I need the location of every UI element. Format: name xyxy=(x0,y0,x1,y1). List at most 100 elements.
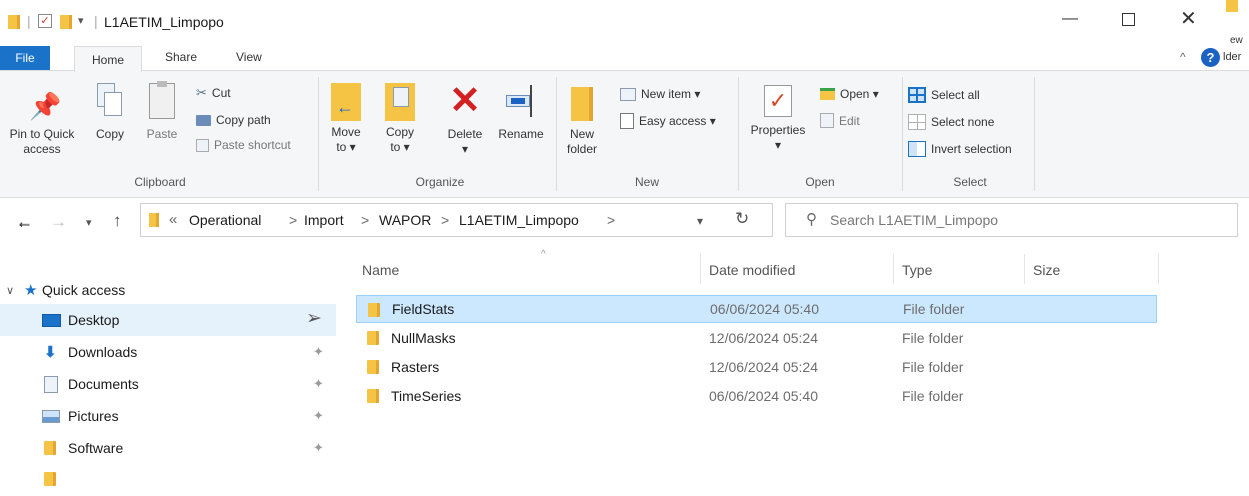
copy-icon xyxy=(97,83,123,119)
nav-item-software[interactable]: Software ✦ xyxy=(0,432,336,464)
breadcrumb-separator[interactable]: > xyxy=(441,212,449,228)
pin-to-quick-access-button[interactable]: 📌 Pin to Quick access xyxy=(0,91,84,157)
breadcrumb-import[interactable]: Import xyxy=(304,212,344,228)
properties-button[interactable]: ✓ Properties ▾ xyxy=(742,85,814,153)
ribbon-tabs: File Home Share View ^ ? lder xyxy=(0,46,1249,72)
location-folder-icon xyxy=(149,213,159,227)
copy-to-button[interactable]: Copy to ▾ xyxy=(380,83,420,155)
easy-access-icon xyxy=(620,113,634,129)
file-name: Rasters xyxy=(391,359,440,375)
nav-item-pictures[interactable]: Pictures ✦ xyxy=(0,400,336,432)
address-bar[interactable]: « Operational > Import > WAPOR > L1AETIM… xyxy=(140,203,773,237)
breadcrumb-separator[interactable]: > xyxy=(361,212,369,228)
nav-item-desktop[interactable]: Desktop ➢ xyxy=(0,304,336,336)
up-icon[interactable]: ↑ xyxy=(113,211,122,231)
column-divider[interactable] xyxy=(1158,254,1159,284)
tab-file[interactable]: File xyxy=(0,46,50,70)
select-none-button[interactable]: Select none xyxy=(908,114,994,130)
paste-shortcut-button[interactable]: Paste shortcut xyxy=(196,138,291,152)
properties-dropdown-arrow[interactable]: ▾ xyxy=(775,138,781,152)
column-divider[interactable] xyxy=(1024,254,1025,284)
new-item-button[interactable]: New item ▾ xyxy=(620,87,700,101)
table-row[interactable]: FieldStats 06/06/2024 05:40 File folder xyxy=(356,295,1157,323)
edit-button[interactable]: Edit xyxy=(820,113,860,128)
column-divider[interactable] xyxy=(893,254,894,284)
copy-to-icon xyxy=(385,83,415,121)
delete-dropdown-arrow[interactable]: ▾ xyxy=(462,142,468,156)
help-icon[interactable]: ? xyxy=(1201,48,1220,67)
scissors-icon: ✂ xyxy=(196,85,207,100)
search-placeholder: Search L1AETIM_Limpopo xyxy=(830,212,999,228)
close-button[interactable]: ✕ xyxy=(1180,6,1197,31)
pin-icon[interactable]: ✦ xyxy=(313,376,324,392)
search-input[interactable]: ⚲ Search L1AETIM_Limpopo xyxy=(785,203,1238,237)
maximize-button[interactable] xyxy=(1122,13,1135,26)
new-folder-qat-icon[interactable] xyxy=(60,15,72,29)
title-bar: | ✓ ▾ | L1AETIM_Limpopo — ✕ ew xyxy=(0,0,1249,46)
file-type: File folder xyxy=(902,330,964,346)
column-header-size[interactable]: Size xyxy=(1033,262,1060,278)
back-icon[interactable]: ← xyxy=(16,212,33,232)
new-folder-button[interactable]: New folder xyxy=(562,87,602,157)
tab-share[interactable]: Share xyxy=(165,50,197,64)
customize-qat-icon[interactable]: ▾ xyxy=(78,14,84,27)
pin-icon[interactable]: ✦ xyxy=(313,440,324,456)
open-button[interactable]: Open ▾ xyxy=(820,87,879,101)
move-to-button[interactable]: ← Move to ▾ xyxy=(326,83,366,155)
column-header-date-modified[interactable]: Date modified xyxy=(709,262,795,278)
nav-item-label: Desktop xyxy=(68,312,120,328)
paste-label: Paste xyxy=(146,127,178,141)
ribbon: 📌 Pin to Quick access Copy Paste ✂ Cut C… xyxy=(0,70,1249,198)
organize-group-label: Organize xyxy=(415,175,465,189)
breadcrumb-separator[interactable]: > xyxy=(607,212,615,228)
properties-label: Properties xyxy=(750,123,806,137)
paste-button[interactable]: Paste xyxy=(142,81,182,142)
expand-chevron-icon[interactable]: ∨ xyxy=(6,284,14,297)
breadcrumb-wapor[interactable]: WAPOR xyxy=(379,212,431,228)
ribbon-divider xyxy=(1034,77,1035,191)
breadcrumb-operational[interactable]: Operational xyxy=(189,212,261,228)
refresh-icon[interactable]: ↻ xyxy=(735,209,749,229)
nav-item-downloads[interactable]: ⬇ Downloads ✦ xyxy=(0,336,336,368)
table-row[interactable]: TimeSeries 06/06/2024 05:40 File folder xyxy=(356,382,1157,410)
nav-item-label: Software xyxy=(68,440,124,456)
navigation-pane: ∨ ★ Quick access Desktop ➢ ⬇ Downloads ✦… xyxy=(0,262,340,486)
pin-icon[interactable]: ✦ xyxy=(313,408,324,424)
recent-locations-icon[interactable]: ▾ xyxy=(86,216,92,229)
copy-path-button[interactable]: Copy path xyxy=(196,113,271,127)
rename-button[interactable]: Rename xyxy=(494,83,548,142)
separator: | xyxy=(94,13,98,29)
file-date: 12/06/2024 05:24 xyxy=(709,330,818,346)
folder-icon xyxy=(44,472,56,486)
nav-item-documents[interactable]: Documents ✦ xyxy=(0,368,336,400)
file-date: 06/06/2024 05:40 xyxy=(710,301,819,317)
tab-home[interactable]: Home xyxy=(74,46,142,72)
move-to-label: Move to ▾ xyxy=(331,125,361,154)
nav-item-partial[interactable] xyxy=(0,464,336,496)
delete-button[interactable]: ✕ Delete ▾ xyxy=(440,82,490,157)
quick-access-item[interactable]: ∨ ★ Quick access xyxy=(0,274,336,306)
ribbon-divider xyxy=(902,77,903,191)
column-header-name[interactable]: Name xyxy=(362,262,399,278)
pin-label: Pin to Quick access xyxy=(9,127,75,156)
breadcrumb-l1aetim-limpopo[interactable]: L1AETIM_Limpopo xyxy=(459,212,579,228)
properties-qat-icon[interactable]: ✓ xyxy=(38,14,52,28)
tab-view[interactable]: View xyxy=(236,50,262,64)
table-row[interactable]: Rasters 12/06/2024 05:24 File folder xyxy=(356,353,1157,381)
column-divider[interactable] xyxy=(700,254,701,284)
column-header-type[interactable]: Type xyxy=(902,262,932,278)
invert-selection-button[interactable]: Invert selection xyxy=(908,141,1012,157)
overflow-chevron[interactable]: « xyxy=(169,211,177,228)
select-all-button[interactable]: Select all xyxy=(908,87,980,103)
pin-icon[interactable]: ✦ xyxy=(313,344,324,360)
breadcrumb-separator[interactable]: > xyxy=(289,212,297,228)
minimize-button[interactable]: — xyxy=(1062,10,1078,28)
cut-button[interactable]: ✂ Cut xyxy=(196,85,231,101)
forward-icon[interactable]: → xyxy=(50,212,67,232)
side-text-top: ew xyxy=(1230,35,1243,46)
table-row[interactable]: NullMasks 12/06/2024 05:24 File folder xyxy=(356,324,1157,352)
easy-access-button[interactable]: Easy access ▾ xyxy=(620,113,716,129)
ribbon-collapse-icon[interactable]: ^ xyxy=(1180,50,1186,64)
address-dropdown-icon[interactable]: ▾ xyxy=(697,214,703,228)
copy-button[interactable]: Copy xyxy=(90,83,130,142)
